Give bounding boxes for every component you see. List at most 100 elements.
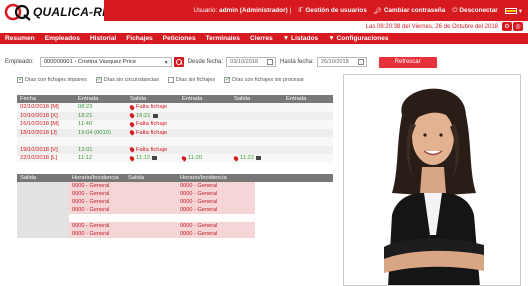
cell-text: 16:21	[136, 112, 151, 119]
location-pin-icon[interactable]	[232, 155, 240, 162]
table-row[interactable]: 0000 - General 0000 - General	[17, 190, 333, 198]
location-pin-icon[interactable]	[128, 104, 136, 111]
column-header[interactable]: Entrada	[179, 96, 231, 102]
menu-item[interactable]: Cierres	[250, 35, 273, 42]
location-pin-icon[interactable]	[128, 146, 136, 153]
checkbox-box[interactable]	[17, 76, 23, 83]
filter-checkbox[interactable]: Días con fichajes sin procesar	[224, 76, 305, 83]
table-row[interactable]: 19/10/2018 [V] 13:01 Falta fichaje	[17, 145, 333, 154]
incidencia-cell[interactable]: 0000 - General	[177, 206, 255, 214]
cell-text: 11:20	[188, 155, 203, 162]
incidencia-cell[interactable]: 0000 - General	[69, 222, 125, 230]
checkbox-box[interactable]	[224, 76, 230, 83]
gestion-usuarios-link[interactable]: ίΓ Gestión de usuarios	[298, 7, 366, 14]
desconectar-link[interactable]: ⏻ Desconectar	[452, 7, 497, 15]
desde-label: Desde fecha:	[187, 59, 224, 65]
logo[interactable]: QUALICA-RD	[4, 3, 111, 21]
incidencia-cell[interactable]: 0000 - General	[177, 222, 255, 230]
table-row[interactable]: 0000 - General 0000 - General	[17, 206, 333, 214]
refresh-button[interactable]: Refrescar	[378, 56, 437, 68]
column-header[interactable]: Salida	[231, 96, 283, 102]
employee-photo	[343, 74, 521, 286]
fichajes-table-header: Fecha Entrada Salida Entrada Salida Entrada	[17, 95, 333, 103]
key-icon: 🔑︎	[373, 7, 382, 15]
incidencia-cell[interactable]: 0000 - General	[69, 198, 125, 206]
table-row[interactable]	[17, 214, 333, 222]
incidencia-cell[interactable]: 0000 - General	[177, 190, 255, 198]
table-row[interactable]: 10/10/2018 [X] 18:21 16:21	[17, 111, 333, 120]
incidencia-cell[interactable]: 0000 - General	[69, 206, 125, 214]
table-row[interactable]: 0000 - General 0000 - General	[17, 182, 333, 190]
location-pin-icon[interactable]	[128, 155, 136, 162]
checkbox-box[interactable]	[95, 76, 102, 83]
logo-mark-icon	[4, 3, 32, 21]
terminal-icon	[256, 156, 262, 161]
table-row[interactable]: 18/10/2018 [J] 19:04 (0010) Falta fichaje	[17, 128, 333, 137]
user-info: Usuario: admin (Administrador) |	[193, 7, 291, 14]
checkbox-label: Días sin fichajes	[175, 77, 216, 83]
incidencia-cell[interactable]: 0000 - General	[69, 182, 125, 190]
table-cell: 11:12	[75, 155, 127, 161]
table-cell	[255, 214, 333, 222]
cell-text: 11:40	[78, 121, 93, 128]
cell-text: Falta fichaje	[136, 121, 168, 128]
filter-checkbox[interactable]: Días con fichajes impares	[17, 76, 87, 83]
cell-text: Falta fichaje	[136, 129, 168, 136]
menu-item[interactable]: Peticiones	[163, 35, 196, 42]
empleado-select[interactable]: 000000001 - Cristina Vasquez Price ▼	[39, 57, 172, 67]
filter-checkbox[interactable]: Días sin circunstancias	[95, 76, 159, 83]
desde-date-input[interactable]: 03/10/2018	[226, 57, 277, 67]
table-row[interactable]: 22/10/2018 [L] 11:12 11:12 11:20 11:22	[17, 154, 333, 163]
cell-text: 10/10/2018 [X]	[20, 112, 58, 119]
incidencia-cell[interactable]: 0000 - General	[177, 230, 255, 238]
checkbox-box[interactable]	[167, 77, 174, 83]
cell-text: 18/10/2018 [J]	[20, 129, 57, 136]
desconectar-label: Desconectar	[459, 7, 498, 14]
column-header[interactable]: Salida	[127, 96, 179, 102]
incidencia-cell[interactable]: 0000 - General	[177, 182, 255, 190]
filter-checkbox[interactable]: Días sin fichajes	[167, 77, 216, 83]
cell-text: 16/10/2018 [M]	[20, 121, 59, 128]
cambiar-contrasena-link[interactable]: 🔑︎ Cambiar contraseña	[374, 7, 446, 15]
table-row[interactable]	[17, 137, 333, 146]
table-row[interactable]: 16/10/2018 [M] 11:40 Falta fichaje	[17, 120, 333, 129]
settings-icon[interactable]: ⚙	[502, 22, 512, 31]
menu-item[interactable]: Historial	[90, 35, 116, 42]
incidencias-table-header: Salida Horario/Incidencia Salida Horario/In…	[17, 174, 333, 182]
table-row[interactable]: 0000 - General 0000 - General	[17, 198, 333, 206]
column-header[interactable]: Entrada	[283, 96, 333, 102]
menu-item[interactable]: ▼ Listados	[283, 35, 318, 42]
cell-text: 13:01	[78, 146, 93, 153]
calendar-icon[interactable]	[357, 59, 364, 65]
location-pin-icon[interactable]	[128, 129, 136, 136]
menu-item[interactable]: ▼ Configuraciones	[328, 35, 388, 42]
checkbox-label: Días con fichajes sin procesar	[232, 77, 305, 83]
incidencia-cell[interactable]: 0000 - General	[177, 198, 255, 206]
location-pin-icon[interactable]	[180, 155, 188, 162]
table-cell	[125, 198, 177, 206]
help-icon[interactable]: ◎	[513, 22, 523, 31]
column-header[interactable]: Entrada	[75, 96, 127, 102]
menu-item[interactable]: Resumen	[5, 35, 35, 42]
table-row[interactable]: 0000 - General 0000 - General	[17, 230, 333, 238]
cell-text: 02/10/2018 [M]	[20, 104, 59, 111]
hasta-date-input[interactable]: 26/10/2018	[316, 57, 367, 67]
incidencia-cell[interactable]	[69, 214, 125, 222]
language-selector[interactable]: ▾	[504, 7, 522, 15]
incidencia-cell[interactable]: 0000 - General	[69, 190, 125, 198]
incidencia-cell[interactable]	[177, 214, 255, 222]
location-pin-icon[interactable]	[128, 112, 136, 119]
table-row[interactable]: 02/10/2018 [M] 08:23 Falta fichaje	[17, 103, 333, 112]
column-header[interactable]: Fecha	[17, 96, 75, 102]
menu-item[interactable]: Fichajes	[126, 35, 152, 42]
search-employee-button[interactable]	[173, 57, 184, 67]
user-label: Usuario:	[193, 7, 218, 14]
table-cell	[17, 222, 69, 230]
table-row[interactable]: 0000 - General 0000 - General	[17, 222, 333, 230]
menu-item[interactable]: Empleados	[45, 35, 80, 42]
calendar-icon[interactable]	[267, 59, 274, 65]
table-cell: Falta fichaje	[127, 121, 179, 128]
incidencia-cell[interactable]: 0000 - General	[69, 230, 125, 238]
location-pin-icon[interactable]	[128, 121, 136, 128]
menu-item[interactable]: Terminales	[206, 35, 240, 42]
